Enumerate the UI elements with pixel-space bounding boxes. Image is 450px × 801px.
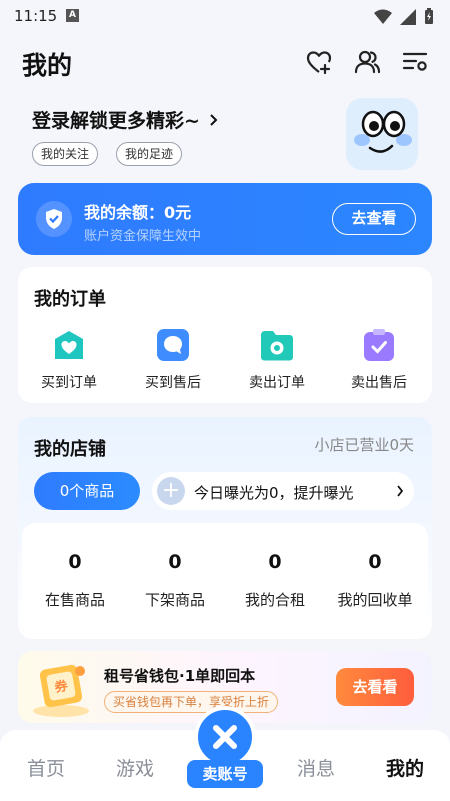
- chevron-right-icon: [209, 114, 217, 126]
- stat-value: 0: [168, 551, 182, 573]
- orders-title: 我的订单: [34, 289, 106, 310]
- settings-menu-icon[interactable]: [401, 48, 429, 76]
- plus-icon: +: [157, 477, 185, 505]
- balance-amount: 我的余额：0元: [84, 203, 192, 222]
- nav-mine[interactable]: 我的: [386, 754, 424, 781]
- sell-account-label[interactable]: 卖账号: [187, 760, 263, 788]
- heart-plus-icon[interactable]: [305, 48, 333, 76]
- order-item-label: 卖出订单: [249, 375, 305, 391]
- notification-a-icon: A: [66, 9, 79, 22]
- cartoon-face-icon: [354, 110, 412, 153]
- stat-label: 我的回收单: [337, 591, 413, 609]
- chat-bubble-icon: [157, 329, 189, 361]
- order-item-sold-aftersale[interactable]: 卖出售后: [334, 329, 424, 399]
- boost-exposure-button[interactable]: + 今日曝光为0，提升曝光: [152, 472, 414, 510]
- avatar[interactable]: [346, 98, 418, 170]
- stat-label: 在售商品: [44, 591, 105, 609]
- battery-icon: [425, 8, 433, 24]
- stat-shared-rental[interactable]: 0 我的合租: [225, 551, 325, 610]
- order-item-label: 买到订单: [41, 375, 97, 391]
- login-prompt[interactable]: 登录解锁更多精彩~: [32, 106, 219, 133]
- order-item-label: 卖出售后: [351, 375, 407, 391]
- order-item-bought-aftersale[interactable]: 买到售后: [128, 329, 218, 399]
- clipboard-check-icon: [363, 329, 395, 361]
- header: 我的: [0, 40, 450, 84]
- login-section: 登录解锁更多精彩~ 我的关注 我的足迹: [0, 98, 450, 178]
- stat-value: 0: [368, 551, 382, 573]
- shop-stats-panel: 0 在售商品 0 下架商品 0 我的合租 0 我的回收单: [22, 523, 428, 635]
- sell-account-button[interactable]: [194, 706, 256, 768]
- wifi-icon: [374, 9, 392, 24]
- shop-status: 小店已营业0天: [314, 436, 414, 454]
- view-balance-button[interactable]: 去查看: [332, 203, 416, 235]
- promo-title: 租号省钱包·1单即回本: [104, 667, 256, 685]
- status-bar: 11:15 A: [0, 0, 450, 34]
- stat-value: 0: [68, 551, 82, 573]
- login-prompt-text: 登录解锁更多精彩~: [32, 110, 200, 132]
- goods-count-button[interactable]: 0个商品: [34, 472, 140, 510]
- order-item-bought[interactable]: 买到订单: [24, 329, 114, 399]
- shop-title: 我的店铺: [34, 439, 106, 460]
- folder-ring-icon: [261, 329, 293, 361]
- heart-bag-icon: [53, 329, 85, 361]
- stat-on-sale[interactable]: 0 在售商品: [25, 551, 125, 610]
- stat-value: 0: [268, 551, 282, 573]
- sell-cross-icon: [213, 725, 237, 749]
- shop-card: 我的店铺 小店已营业0天 0个商品 + 今日曝光为0，提升曝光 0 在售商品 0…: [18, 417, 432, 639]
- balance-card[interactable]: 我的余额：0元 账户资金保障生效中 去查看: [18, 183, 432, 255]
- shield-icon: [36, 201, 72, 237]
- order-item-label: 买到售后: [145, 375, 201, 391]
- stat-label: 下架商品: [144, 591, 205, 609]
- users-icon[interactable]: [353, 48, 381, 76]
- stat-recycle-orders[interactable]: 0 我的回收单: [325, 551, 425, 610]
- order-item-sold[interactable]: 卖出订单: [232, 329, 322, 399]
- promo-view-button[interactable]: 去看看: [336, 668, 414, 706]
- my-footprints-chip[interactable]: 我的足迹: [116, 142, 183, 166]
- stat-delisted[interactable]: 0 下架商品: [125, 551, 225, 610]
- nav-home[interactable]: 首页: [27, 754, 65, 781]
- balance-subtitle: 账户资金保障生效中: [84, 229, 202, 244]
- signal-icon: [400, 8, 416, 25]
- coupon-gift-icon: 券: [33, 664, 89, 717]
- my-follows-chip[interactable]: 我的关注: [32, 142, 99, 166]
- nav-games[interactable]: 游戏: [116, 754, 154, 781]
- status-indicators: [374, 8, 434, 25]
- page-title: 我的: [22, 51, 73, 80]
- status-time: 11:15: [14, 7, 58, 25]
- orders-card: 我的订单 买到订单 买到售后 卖出订单 卖出售后: [18, 267, 432, 403]
- exposure-text: 今日曝光为0，提升曝光: [194, 484, 354, 502]
- nav-messages[interactable]: 消息: [297, 754, 335, 781]
- chevron-right-icon: [397, 485, 404, 497]
- stat-label: 我的合租: [244, 591, 305, 609]
